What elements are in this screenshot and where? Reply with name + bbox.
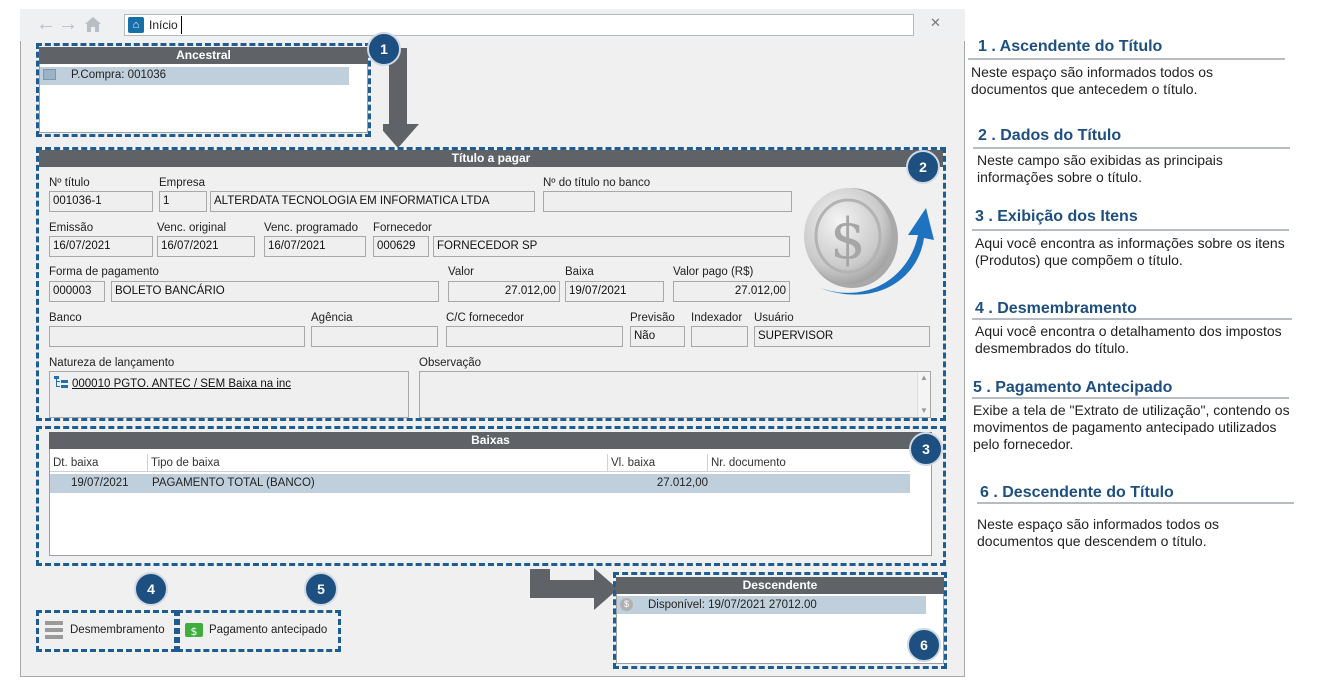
legend-divider: [977, 502, 1294, 504]
badge-4: 4: [134, 572, 168, 606]
field-venc-original[interactable]: 16/07/2021: [157, 236, 255, 257]
pagamento-antecipado-highlight: [177, 610, 341, 652]
legend-divider: [972, 397, 1289, 399]
field-baixa[interactable]: 19/07/2021: [565, 281, 664, 302]
desmembramento-highlight: [36, 610, 177, 652]
label-cc-fornecedor: C/C fornecedor: [446, 312, 524, 324]
legend-title-6: 6 . Descendente do Título: [980, 484, 1174, 501]
text-caret: [181, 16, 182, 34]
label-usuario: Usuário: [754, 312, 794, 324]
dollar-coin-icon: $: [800, 180, 935, 300]
field-valor-pago[interactable]: 27.012,00: [673, 281, 790, 302]
label-natureza: Natureza de lançamento: [49, 357, 175, 369]
legend-title-3: 3 . Exibição dos Itens: [975, 208, 1138, 225]
address-bar[interactable]: [124, 14, 914, 36]
badge-1: 1: [367, 32, 401, 66]
field-previsao[interactable]: Não: [630, 326, 685, 347]
descendente-highlight: [613, 572, 947, 669]
label-venc-original: Venc. original: [157, 222, 227, 234]
badge-5: 5: [304, 572, 338, 606]
label-venc-programado: Venc. programado: [264, 222, 358, 234]
label-n-banco: Nº do título no banco: [543, 177, 651, 189]
field-forma-code[interactable]: 000003: [49, 281, 105, 302]
back-arrow-icon[interactable]: ←: [36, 14, 56, 34]
field-empresa-name[interactable]: ALTERDATA TECNOLOGIA EM INFORMATICA LTDA: [210, 191, 535, 212]
legend-title-5: 5 . Pagamento Antecipado: [973, 379, 1173, 396]
legend-text-1: Neste espaço são informados todos os doc…: [971, 64, 1214, 97]
label-banco: Banco: [49, 312, 82, 324]
field-forma-name[interactable]: BOLETO BANCÁRIO: [111, 281, 439, 302]
natureza-link[interactable]: 000010 PGTO. ANTEC / SEM Baixa na inc: [72, 378, 291, 390]
close-icon[interactable]: ✕: [930, 15, 941, 31]
field-agencia[interactable]: [311, 326, 438, 347]
flow-arrow-right: [530, 566, 620, 611]
legend-text-2: Neste campo são exibidas as principais i…: [977, 152, 1223, 185]
forward-arrow-icon[interactable]: →: [58, 14, 78, 34]
svg-text:$: $: [830, 207, 866, 272]
field-banco[interactable]: [49, 326, 305, 347]
label-agencia: Agência: [311, 312, 353, 324]
legend-title-2: 2 . Dados do Título: [978, 127, 1122, 144]
legend-text-6: Neste espaço são informados todos os doc…: [977, 516, 1220, 549]
field-observacao[interactable]: [419, 371, 931, 418]
scroll-down-icon[interactable]: ▼: [920, 406, 928, 415]
legend-title-1: 1 . Ascendente do Título: [978, 38, 1163, 55]
legend-text-4: Aqui você encontra o detalhamento dos im…: [975, 323, 1282, 356]
legend-divider: [968, 58, 1285, 60]
label-empresa: Empresa: [159, 177, 206, 189]
field-n-banco[interactable]: [543, 191, 792, 212]
field-venc-programado[interactable]: 16/07/2021: [264, 236, 366, 257]
field-valor[interactable]: 27.012,00: [448, 281, 560, 302]
label-baixa: Baixa: [565, 266, 594, 278]
flow-arrow-down: [377, 48, 803, 148]
legend-divider: [972, 318, 1292, 320]
label-valor: Valor: [448, 266, 474, 278]
badge-6: 6: [907, 628, 941, 662]
field-cc-fornecedor[interactable]: [446, 326, 623, 347]
legend-text-5: Exibe a tela de "Extrato de utilização",…: [973, 402, 1290, 452]
address-text: Início: [149, 18, 178, 32]
legend-divider: [973, 147, 1290, 149]
address-home-icon: ⌂: [128, 17, 144, 33]
field-indexador[interactable]: [691, 326, 748, 347]
home-icon[interactable]: [83, 15, 103, 33]
label-observacao: Observação: [419, 357, 482, 369]
label-indexador: Indexador: [691, 312, 743, 324]
legend-text-3: Aqui você encontra as informações sobre …: [975, 235, 1285, 268]
field-fornecedor-code[interactable]: 000629: [373, 236, 429, 257]
badge-2: 2: [906, 150, 940, 184]
label-fornecedor: Fornecedor: [373, 222, 432, 234]
field-usuario[interactable]: SUPERVISOR: [754, 326, 930, 347]
legend-title-4: 4 . Desmembramento: [975, 300, 1137, 317]
tree-icon: [54, 376, 68, 388]
field-n-titulo[interactable]: 001036-1: [49, 191, 153, 212]
baixas-highlight: [36, 426, 946, 566]
badge-3: 3: [909, 432, 943, 466]
scroll-up-icon[interactable]: ▲: [920, 373, 928, 382]
label-forma-pagamento: Forma de pagamento: [49, 266, 159, 278]
legend-divider: [972, 229, 1289, 231]
label-emissao: Emissão: [49, 222, 94, 234]
field-emissao[interactable]: 16/07/2021: [49, 236, 153, 257]
label-n-titulo: Nº título: [49, 177, 90, 189]
label-previsao: Previsão: [630, 312, 675, 324]
field-empresa-code[interactable]: 1: [159, 191, 207, 212]
field-fornecedor-name[interactable]: FORNECEDOR SP: [433, 236, 790, 257]
ancestral-highlight: [36, 43, 371, 137]
label-valor-pago: Valor pago (R$): [673, 266, 754, 278]
